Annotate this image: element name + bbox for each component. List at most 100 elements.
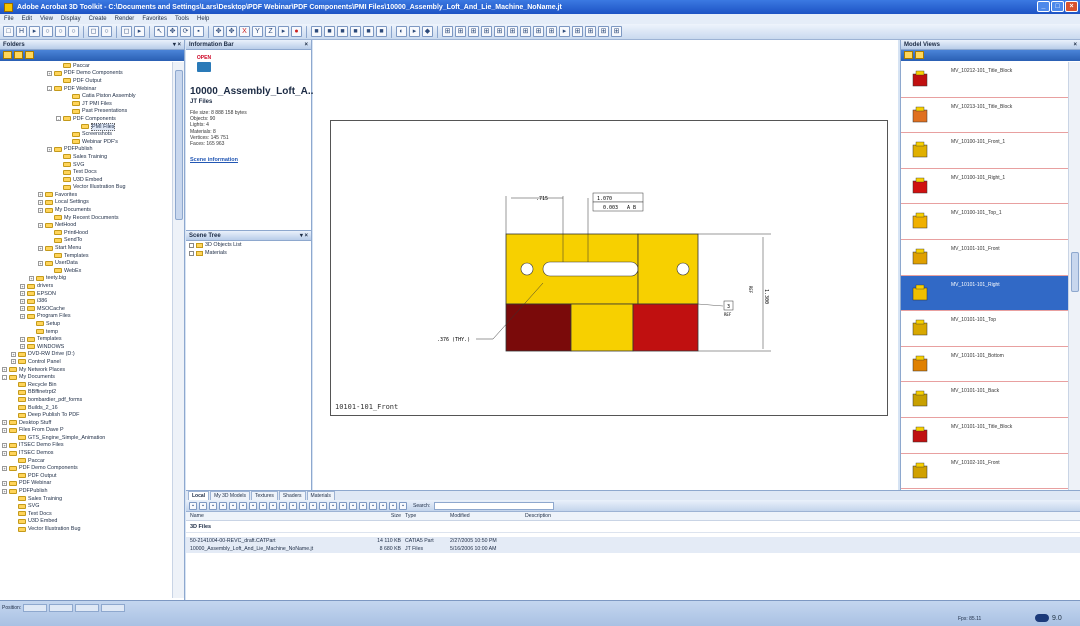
toolbar-scale-button[interactable]: ▪ — [193, 26, 204, 37]
expand-icon[interactable]: + — [20, 336, 25, 342]
folder-tree-item[interactable]: JT PMI Files — [0, 100, 172, 108]
toolbar-x-axis-button[interactable]: X — [239, 26, 250, 37]
folder-tree-item[interactable]: + drivers — [0, 282, 172, 290]
toolbar-tool-3-button[interactable]: ⊞ — [468, 26, 479, 37]
model-views-scroll-thumb[interactable] — [1071, 252, 1079, 292]
browser-tool-1-icon[interactable]: ▪ — [189, 501, 197, 510]
browser-tool-10-icon[interactable]: ▪ — [279, 501, 287, 510]
col-type[interactable]: Type — [401, 513, 446, 519]
col-name[interactable]: Name — [186, 513, 371, 519]
folder-tree-item[interactable]: Text Docs — [0, 510, 172, 518]
toolbar-render-6-button[interactable]: ■ — [376, 26, 387, 37]
toolbar-tool-8-button[interactable]: ⊞ — [533, 26, 544, 37]
toolbar-color-button[interactable]: ● — [291, 26, 302, 37]
folder-tree-item[interactable]: + Files From Dave P — [0, 427, 172, 435]
browser-tool-12-icon[interactable]: ▪ — [299, 501, 307, 510]
toolbar-tool-7-button[interactable]: ⊞ — [520, 26, 531, 37]
browser-tool-21-icon[interactable]: ▪ — [389, 501, 397, 510]
expand-icon[interactable]: + — [20, 306, 25, 312]
toolbar-select-button[interactable]: ↖ — [154, 26, 165, 37]
scene-tree-close-icon[interactable]: ▾ × — [300, 232, 308, 239]
menu-favorites[interactable]: Favorites — [142, 16, 167, 22]
toolbar-y-axis-button[interactable]: Y — [252, 26, 263, 37]
folder-tree-item[interactable]: Paccar — [0, 62, 172, 70]
open-file-icon[interactable]: OPEN — [194, 55, 214, 75]
browser-tool-9-icon[interactable]: ▪ — [269, 501, 277, 510]
model-view-item[interactable]: MV_10101-101_Bottom — [901, 347, 1069, 383]
expand-icon[interactable]: + — [2, 480, 7, 486]
tab-local[interactable]: Local — [188, 491, 210, 500]
folder-tree-item[interactable]: U3D Embed — [0, 176, 172, 184]
toolbar-tool-6-button[interactable]: ⊞ — [507, 26, 518, 37]
expand-icon[interactable]: + — [38, 207, 43, 213]
expand-icon[interactable]: - — [56, 116, 61, 122]
col-size[interactable]: Size — [371, 513, 401, 519]
folder-tree-item[interactable]: WebEx — [0, 267, 172, 275]
toolbar-z-axis-button[interactable]: Z — [265, 26, 276, 37]
browser-tool-5-icon[interactable]: ▪ — [229, 501, 237, 510]
folder-tree-item[interactable]: + NetHood — [0, 221, 172, 229]
search-input[interactable] — [434, 501, 555, 510]
folder-up-icon[interactable] — [3, 51, 12, 59]
expand-icon[interactable]: + — [11, 359, 16, 365]
model-view-item[interactable]: MV_10101-101_Back — [901, 382, 1069, 418]
folder-tree-item[interactable]: + Templates — [0, 335, 172, 343]
minimize-button[interactable]: _ — [1037, 1, 1050, 12]
expand-icon[interactable]: + — [38, 199, 43, 205]
menu-create[interactable]: Create — [89, 16, 107, 22]
expand-icon[interactable]: + — [2, 367, 7, 373]
expand-icon[interactable]: + — [38, 222, 43, 228]
folder-tree-item[interactable]: Catia Piston Assembly — [0, 92, 172, 100]
folder-tree-item[interactable]: Screenshots — [0, 130, 172, 138]
scene-information-link[interactable]: Scene information — [190, 157, 238, 163]
expand-icon[interactable]: + — [11, 351, 16, 357]
tab-textures[interactable]: Textures — [251, 491, 278, 500]
file-row[interactable]: 50-2141004-00-REVC_draft.CATPart 14 110 … — [186, 537, 1080, 545]
model-views-close-icon[interactable]: × — [1073, 42, 1077, 48]
browser-tool-18-icon[interactable]: ▪ — [359, 501, 367, 510]
folder-tree-item[interactable]: + teety.big — [0, 275, 172, 283]
col-description[interactable]: Description — [521, 513, 621, 519]
toolbar-shade-menu-button[interactable]: ▸ — [409, 26, 420, 37]
expand-icon[interactable]: + — [2, 427, 7, 433]
browser-tool-7-icon[interactable]: ▪ — [249, 501, 257, 510]
folders-scroll-thumb[interactable] — [175, 70, 183, 220]
menu-file[interactable]: File — [4, 16, 14, 22]
folder-tree-item[interactable]: + PDF Demo Components — [0, 70, 172, 78]
folder-view-icon[interactable] — [25, 51, 34, 59]
browser-tool-17-icon[interactable]: ▪ — [349, 501, 357, 510]
toolbar-open-button[interactable]: ▸ — [29, 26, 40, 37]
tab-shaders[interactable]: Shaders — [278, 491, 306, 500]
folder-tree-item[interactable]: + Program Files — [0, 313, 172, 321]
expand-icon[interactable]: + — [20, 313, 25, 319]
view-list-icon[interactable] — [904, 51, 913, 59]
folder-tree-item[interactable]: + My Network Places — [0, 366, 172, 374]
browser-tool-22-icon[interactable]: ▪ — [399, 501, 407, 510]
model-view-item[interactable]: MV_10100-101_Front_1 — [901, 133, 1069, 169]
folder-tree-item[interactable]: PDF Output — [0, 77, 172, 85]
folder-tree-item[interactable]: Text Docs — [0, 168, 172, 176]
folder-tree-item[interactable]: Past Presentations — [0, 108, 172, 116]
toolbar-tool-13-button[interactable]: ⊞ — [598, 26, 609, 37]
toolbar-zoom-button[interactable]: ○ — [68, 26, 79, 37]
folder-tree-item[interactable]: + Local Settings — [0, 199, 172, 207]
folder-tree-item[interactable]: SVG — [0, 161, 172, 169]
toolbar-render-3-button[interactable]: ■ — [337, 26, 348, 37]
toolbar-tool-5-button[interactable]: ⊞ — [494, 26, 505, 37]
drawing-view[interactable]: .715 1.070 0.003 A B .376 (THY.) 1.300 R… — [330, 120, 888, 416]
folder-tree-item[interactable]: GTS_Engine_Simple_Animation — [0, 434, 172, 442]
folder-tree-item[interactable]: temp — [0, 328, 172, 336]
toolbar-render-1-button[interactable]: ■ — [311, 26, 322, 37]
browser-tool-20-icon[interactable]: ▪ — [379, 501, 387, 510]
toolbar-tool-10-button[interactable]: ▸ — [559, 26, 570, 37]
infobar-close-icon[interactable]: × — [304, 42, 308, 48]
toolbar-align-button[interactable]: ✥ — [213, 26, 224, 37]
expand-icon[interactable]: + — [2, 420, 7, 426]
folder-tree-item[interactable]: + My Documents — [0, 206, 172, 214]
toolbar-material-button[interactable]: ◆ — [422, 26, 433, 37]
folder-tree-item[interactable]: + i386 — [0, 297, 172, 305]
toolbar-tool-1-button[interactable]: ⊞ — [442, 26, 453, 37]
folder-tree-item[interactable]: - PDF Components — [0, 115, 172, 123]
browser-tool-11-icon[interactable]: ▪ — [289, 501, 297, 510]
toolbar-rotate-button[interactable]: ⟳ — [180, 26, 191, 37]
